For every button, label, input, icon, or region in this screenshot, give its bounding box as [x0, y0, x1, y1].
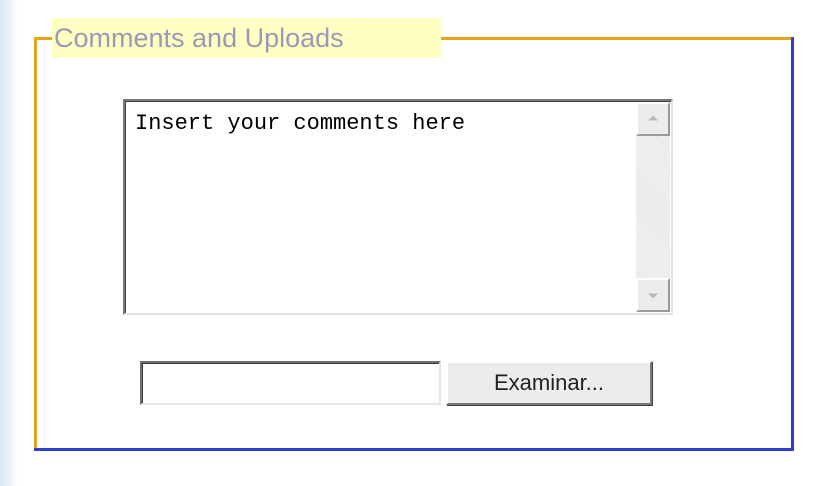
textarea-scrollbar[interactable]: [636, 102, 670, 312]
fieldset-border-left: [34, 37, 37, 451]
comments-uploads-panel: Comments and Uploads Insert your comment…: [0, 0, 819, 486]
arrow-down-icon: [648, 293, 658, 299]
scroll-down-button[interactable]: [636, 278, 670, 312]
comments-textarea[interactable]: Insert your comments here: [123, 99, 673, 315]
fieldset-border-bottom: [34, 448, 794, 451]
comments-text[interactable]: Insert your comments here: [135, 111, 465, 137]
fieldset-border-top-right: [441, 37, 793, 40]
fieldset-border-top-left: [34, 37, 52, 40]
browse-button[interactable]: Examinar...: [446, 361, 652, 405]
file-path-input[interactable]: [140, 361, 441, 405]
scroll-up-button[interactable]: [636, 102, 670, 136]
fieldset-border-right: [791, 37, 794, 451]
arrow-up-icon: [648, 115, 658, 121]
fieldset-legend: Comments and Uploads: [52, 18, 441, 58]
